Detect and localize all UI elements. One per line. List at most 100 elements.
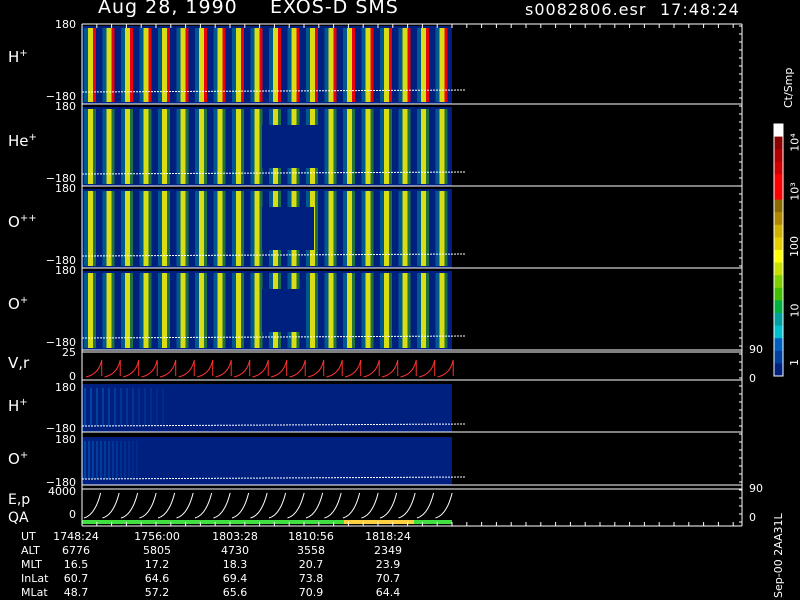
spin-band-core <box>426 28 429 102</box>
spin-band-edge <box>158 273 162 348</box>
colorbar-segment <box>774 161 783 175</box>
spin-band-core <box>444 273 448 348</box>
table-cell: 70.7 <box>375 572 401 585</box>
tick-hplus-top: 180 <box>55 18 76 31</box>
low-panel-streak <box>120 388 122 426</box>
rtick-ep-top: 90 <box>749 482 763 495</box>
spin-band-core <box>426 109 429 184</box>
qa-bar-warn <box>344 520 414 524</box>
low-panel-streak <box>100 441 102 479</box>
spin-band-edge <box>158 109 162 184</box>
low-panel-streak <box>84 388 86 426</box>
table-cell: 1818:24 <box>365 530 411 543</box>
table-cell: 73.8 <box>298 572 324 585</box>
low-panel-streak <box>156 388 158 426</box>
spin-band-edge <box>121 273 125 348</box>
spin-band-edge <box>417 28 421 102</box>
spin-band <box>88 273 93 348</box>
tick-hplus2-top: 180 <box>55 381 76 394</box>
spin-band-edge <box>435 28 440 102</box>
spin-band-edge <box>121 28 125 102</box>
spin-band-core <box>185 273 189 348</box>
tick-heplus-top: 180 <box>55 100 76 113</box>
low-panel-streak <box>112 441 114 479</box>
table-cell: 69.4 <box>222 572 248 585</box>
colorbar-segment <box>774 237 783 251</box>
spin-band-edge <box>435 109 440 184</box>
ep-trace-segment <box>305 492 324 519</box>
spin-band-core <box>148 109 152 184</box>
spin-band-core <box>185 191 189 266</box>
table-cell: 64.4 <box>375 586 401 599</box>
colorbar-segment <box>774 212 783 226</box>
spin-band <box>439 273 445 348</box>
table-cell: 60.7 <box>63 572 89 585</box>
spin-band-edge <box>176 109 181 184</box>
spin-band <box>439 191 445 266</box>
table-cell: 70.9 <box>298 586 324 599</box>
spin-band-edge <box>84 109 88 184</box>
panel-label-opp: O++ <box>8 213 37 231</box>
spin-band-core <box>167 109 170 184</box>
spin-band-edge <box>213 191 218 266</box>
spin-band-edge <box>102 28 107 102</box>
ep-trace-segment <box>157 492 176 519</box>
table-cell: 57.2 <box>144 586 170 599</box>
spin-band-core <box>148 273 152 348</box>
rtick-ep-bottom: 0 <box>749 511 756 524</box>
spin-band-core <box>130 28 133 102</box>
spin-band-edge <box>158 191 162 266</box>
spin-band <box>125 109 130 184</box>
low-panel-streak <box>92 441 94 479</box>
spin-band-core <box>185 109 189 184</box>
spin-band-core <box>111 191 115 266</box>
colorbar-segment <box>774 174 783 188</box>
spin-band-edge <box>195 191 199 266</box>
spin-band-core <box>130 109 133 184</box>
spin-band-edge <box>158 28 162 102</box>
spin-band-edge <box>139 191 144 266</box>
spin-band-core <box>93 28 96 102</box>
spin-band-edge <box>139 109 144 184</box>
panel-label-qa: QA <box>8 510 29 526</box>
spin-band <box>421 28 426 102</box>
ep-trace-segment <box>398 492 416 519</box>
table-label-ut: UT <box>21 530 36 543</box>
rtick-vr-bottom: 0 <box>749 372 756 385</box>
depleted-region <box>262 289 306 332</box>
colorbar-segment <box>774 300 783 314</box>
low-panel-streak <box>126 388 128 426</box>
low-panel-streak <box>124 441 126 479</box>
spin-band-edge <box>195 109 199 184</box>
colorbar-segment <box>774 136 783 150</box>
spin-band-core <box>222 191 226 266</box>
spin-band-core <box>93 273 96 348</box>
spin-band-core <box>444 28 448 102</box>
colorbar-segment <box>774 149 783 163</box>
colorbar-tick-1k: 10³ <box>788 182 800 201</box>
colorbar-tick-100: 100 <box>788 236 800 257</box>
spin-band <box>180 28 186 102</box>
spin-band <box>88 109 93 184</box>
spin-band-edge <box>121 109 125 184</box>
low-panel-streak <box>128 441 130 479</box>
ep-trace-segment <box>435 492 453 519</box>
spin-band-edge <box>176 273 181 348</box>
ep-trace-segment <box>213 492 231 519</box>
table-cell: 65.6 <box>222 586 248 599</box>
spin-band-core <box>185 28 189 102</box>
spin-band-edge <box>176 28 181 102</box>
colorbar-segment <box>774 313 783 327</box>
table-cell: 16.5 <box>63 558 89 571</box>
colorbar-unit: Ct/Smp <box>782 67 795 108</box>
spin-band-edge <box>139 273 144 348</box>
spin-band <box>106 109 112 184</box>
spin-band-core <box>204 273 207 348</box>
spin-band <box>199 109 204 184</box>
colorbar-segment <box>774 199 783 213</box>
spin-band-edge <box>213 109 218 184</box>
ep-trace-segment <box>361 492 379 519</box>
panel-label-oplus: O+ <box>8 295 29 313</box>
low-panel-streak <box>132 388 134 426</box>
vr-bg <box>82 355 452 379</box>
